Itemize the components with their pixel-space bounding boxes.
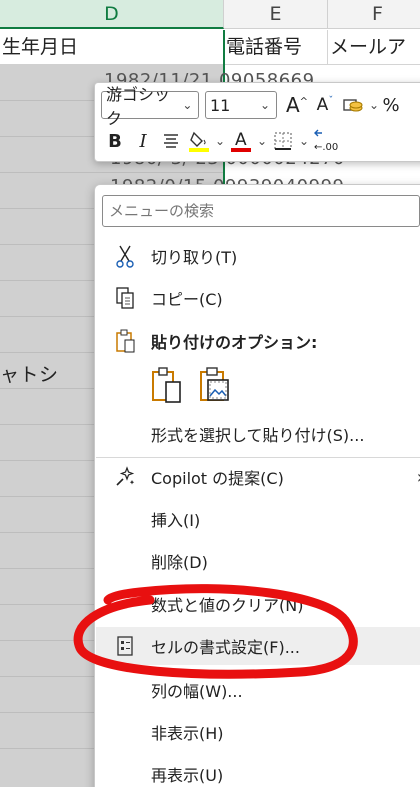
- menu-item-delete[interactable]: 削除(D): [96, 542, 420, 580]
- font-size-value: 11: [210, 95, 231, 115]
- svg-text:←.00: ←.00: [314, 142, 338, 153]
- bold-icon: B: [108, 130, 122, 152]
- column-header-d[interactable]: D: [0, 0, 224, 29]
- context-menu: 切り取り(T) コピー(C) 貼り付けのオプション: 形式を選択して貼り付け(S…: [94, 184, 420, 787]
- menu-item-label: 削除(D): [151, 553, 208, 572]
- font-size-select[interactable]: 11 ⌄: [205, 91, 277, 119]
- chevron-down-icon[interactable]: ⌄: [297, 134, 311, 148]
- fill-color-button[interactable]: [185, 127, 213, 155]
- header-cell-birthdate[interactable]: 生年月日: [0, 30, 224, 65]
- menu-item-column-width[interactable]: 列の幅(W)...: [96, 671, 420, 709]
- copy-icon: [112, 283, 138, 313]
- chevron-down-icon[interactable]: ⌄: [367, 98, 381, 112]
- italic-button[interactable]: I: [129, 127, 157, 155]
- decrease-decimal-icon: ←.00: [314, 129, 338, 153]
- paste-picture-button[interactable]: [195, 365, 235, 405]
- menu-item-unhide[interactable]: 再表示(U): [96, 755, 420, 787]
- borders-icon: [274, 132, 292, 150]
- menu-item-cut[interactable]: 切り取り(T): [96, 237, 420, 275]
- menu-item-label: 切り取り(T): [151, 248, 238, 267]
- percent-style-button[interactable]: %: [381, 91, 401, 119]
- menu-item-clear-contents[interactable]: 数式と値のクリア(N): [96, 585, 420, 623]
- menu-item-label: 非表示(H): [151, 724, 224, 743]
- cell-text-name: ャトシ: [0, 364, 59, 386]
- fill-color-icon: [189, 131, 209, 152]
- font-color-icon: A: [231, 130, 251, 152]
- menu-item-label: Copilot の提案(C): [151, 469, 284, 488]
- menu-item-label: コピー(C): [151, 290, 223, 309]
- menu-item-copy[interactable]: コピー(C): [96, 279, 420, 317]
- menu-item-insert[interactable]: 挿入(I): [96, 500, 420, 538]
- borders-button[interactable]: [269, 127, 297, 155]
- font-name-value: 游ゴシック: [106, 85, 171, 128]
- column-header-f[interactable]: F: [328, 0, 420, 29]
- grow-font-button[interactable]: A^: [283, 91, 311, 119]
- font-color-button[interactable]: A: [227, 127, 255, 155]
- paste-options-row: [147, 365, 235, 405]
- menu-item-paste-special[interactable]: 形式を選択して貼り付け(S)...: [96, 415, 420, 453]
- menu-item-label: 形式を選択して貼り付け(S)...: [151, 426, 365, 445]
- menu-item-hide[interactable]: 非表示(H): [96, 713, 420, 751]
- chevron-down-icon: ⌄: [182, 98, 193, 112]
- currency-format-icon: [343, 99, 363, 112]
- menu-item-label: 再表示(U): [151, 766, 224, 785]
- clipboard-icon: [112, 326, 138, 356]
- header-cell-email[interactable]: メールア: [328, 30, 420, 65]
- copilot-sparkle-icon: [112, 462, 138, 492]
- align-center-icon: [164, 134, 178, 148]
- grow-font-icon: A^: [285, 93, 309, 117]
- menu-item-paste-options: 貼り付けのオプション:: [96, 322, 420, 360]
- shrink-font-button[interactable]: Aˇ: [311, 91, 339, 119]
- align-center-button[interactable]: [157, 127, 185, 155]
- paste-button[interactable]: [147, 365, 187, 405]
- paste-picture-icon: [200, 367, 229, 401]
- mini-toolbar: 游ゴシック ⌄ 11 ⌄ A^ Aˇ ⌄ % B I ⌄ A ⌄ ⌄ ←.00: [94, 82, 420, 162]
- menu-item-copilot-suggestions[interactable]: Copilot の提案(C) ›: [96, 458, 420, 496]
- menu-item-format-cells[interactable]: セルの書式設定(F)...: [96, 627, 420, 665]
- shrink-font-icon: Aˇ: [316, 95, 334, 115]
- scissors-icon: [112, 241, 138, 271]
- paste-icon: [152, 367, 181, 403]
- chevron-down-icon[interactable]: ⌄: [213, 134, 227, 148]
- menu-item-label: セルの書式設定(F)...: [151, 638, 300, 657]
- percent-icon: %: [382, 94, 400, 116]
- currency-format-button[interactable]: [339, 91, 367, 119]
- decrease-decimal-button[interactable]: ←.00: [311, 127, 339, 155]
- bold-button[interactable]: B: [101, 127, 129, 155]
- font-name-select[interactable]: 游ゴシック ⌄: [101, 85, 199, 128]
- menu-item-label: 挿入(I): [151, 511, 201, 530]
- menu-item-label: 列の幅(W)...: [151, 682, 243, 701]
- column-header-e[interactable]: E: [224, 0, 328, 29]
- menu-item-label: 貼り付けのオプション:: [151, 333, 318, 352]
- italic-icon: I: [139, 130, 147, 152]
- menu-item-label: 数式と値のクリア(N): [151, 596, 304, 615]
- chevron-down-icon[interactable]: ⌄: [255, 134, 269, 148]
- format-cells-icon: [112, 631, 138, 661]
- header-cell-phone[interactable]: 電話番号: [224, 30, 328, 65]
- chevron-down-icon: ⌄: [259, 98, 271, 112]
- menu-search-input[interactable]: [102, 195, 420, 227]
- svg-text:A: A: [235, 130, 247, 150]
